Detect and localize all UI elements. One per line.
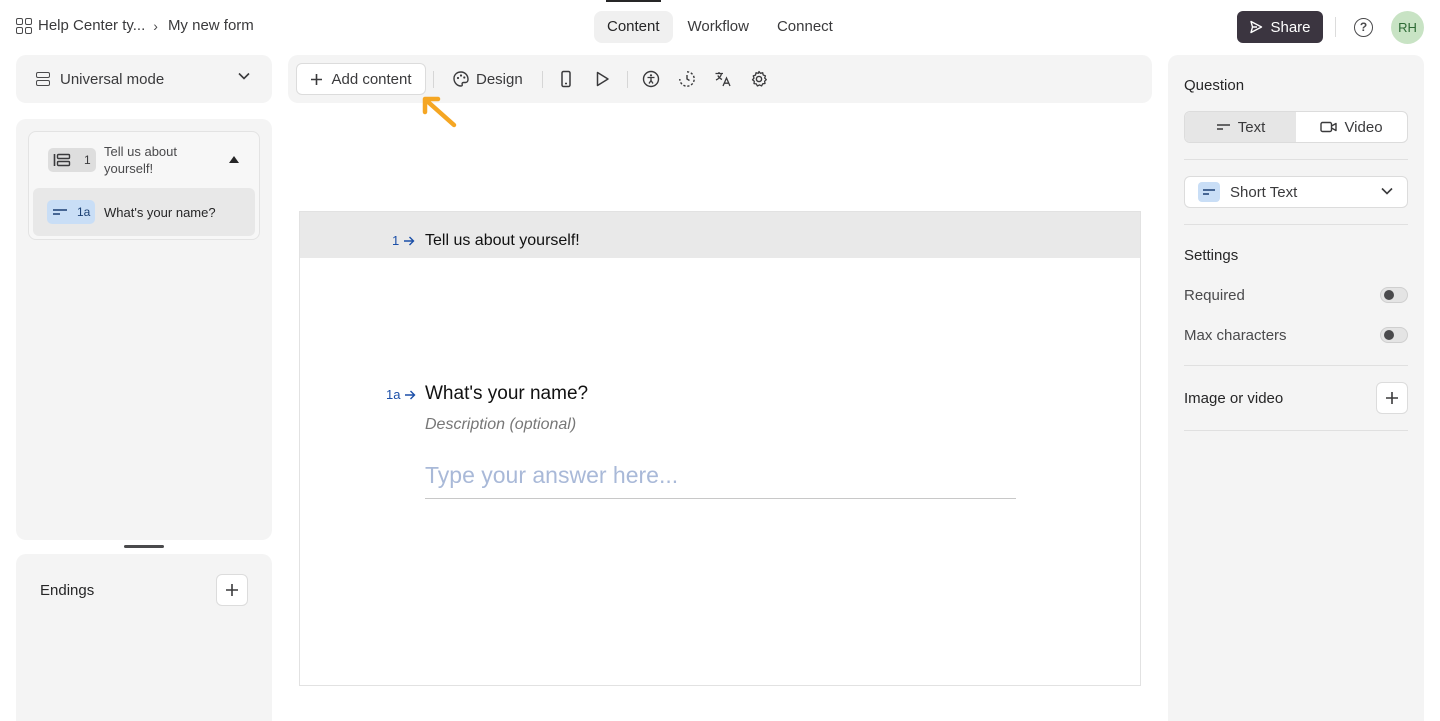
breadcrumb: Help Center ty... › My new form (16, 17, 254, 34)
breadcrumb-workspace[interactable]: Help Center ty... (38, 17, 145, 34)
answer-type-select[interactable]: Short Text (1184, 176, 1408, 208)
resize-handle[interactable] (124, 545, 164, 548)
pointer-arrow-icon (422, 96, 457, 128)
divider (1335, 17, 1336, 37)
chevron-down-icon (238, 72, 250, 80)
endings-panel: Endings (16, 554, 272, 721)
group-number: 1 (84, 153, 91, 167)
divider (1184, 224, 1408, 225)
chevron-right-icon: › (153, 17, 158, 34)
help-icon[interactable]: ? (1354, 18, 1373, 37)
question-number: 1a (77, 205, 91, 219)
mode-label: Universal mode (60, 70, 165, 88)
avatar[interactable]: RH (1391, 11, 1424, 44)
group-badge: 1 (48, 148, 96, 172)
editor-toolbar: Add content Design (288, 55, 1152, 103)
required-toggle[interactable] (1380, 287, 1408, 303)
share-label: Share (1270, 18, 1311, 36)
divider (627, 71, 628, 88)
group-title: Tell us about yourself! (104, 144, 177, 176)
collapse-caret-icon[interactable] (229, 156, 239, 163)
video-option[interactable]: Video (1296, 112, 1407, 142)
settings-icon[interactable] (750, 70, 768, 88)
add-content-button[interactable]: Add content (296, 63, 426, 95)
short-text-icon (53, 209, 67, 215)
plus-icon (1386, 392, 1398, 404)
question-item[interactable]: 1a What's your name? (33, 188, 255, 236)
video-camera-icon (1320, 121, 1338, 133)
text-option-label: Text (1237, 118, 1266, 136)
group-icon (53, 153, 71, 167)
divider (1184, 430, 1408, 431)
short-text-icon (1216, 124, 1230, 130)
palette-icon (453, 71, 469, 87)
group-heading-bar[interactable]: 1 Tell us about yourself! (300, 212, 1140, 258)
send-icon (1250, 20, 1263, 34)
question-description[interactable]: Description (optional) (425, 416, 576, 434)
add-ending-button[interactable] (216, 574, 248, 606)
divider (542, 71, 543, 88)
arrow-right-icon (405, 390, 416, 399)
question-type-toggle: Text Video (1184, 111, 1408, 143)
layers-icon (36, 72, 50, 86)
group-number: 1 (392, 233, 400, 248)
tab-content[interactable]: Content (594, 0, 673, 43)
loading-icon[interactable] (678, 70, 696, 88)
share-button[interactable]: Share (1237, 11, 1323, 43)
divider (433, 71, 434, 88)
question-number-label: 1a (386, 387, 416, 402)
video-option-label: Video (1344, 118, 1383, 136)
answer-input[interactable]: Type your answer here... (425, 462, 1016, 499)
play-icon[interactable] (593, 70, 611, 88)
question-item-label: What's your name? (104, 205, 216, 220)
mobile-preview-icon[interactable] (557, 70, 575, 88)
answer-type-label: Short Text (1230, 183, 1298, 201)
question-title[interactable]: What's your name? (425, 383, 588, 405)
arrow-right-icon (404, 236, 415, 245)
group-header[interactable]: 1 Tell us about yourself! (29, 132, 259, 188)
workspace-grid-icon[interactable] (16, 17, 32, 34)
main-tabs: Content Workflow Connect (594, 0, 848, 43)
breadcrumb-form[interactable]: My new form (168, 17, 254, 34)
tab-workflow[interactable]: Workflow (675, 11, 762, 43)
design-label: Design (476, 70, 523, 88)
add-content-label: Add content (331, 70, 412, 88)
translate-icon[interactable] (714, 70, 732, 88)
mode-selector[interactable]: Universal mode (16, 55, 272, 103)
group-heading[interactable]: Tell us about yourself! (425, 232, 580, 250)
short-text-icon (1198, 182, 1220, 202)
endings-label: Endings (40, 582, 95, 599)
plus-icon (226, 584, 238, 596)
required-label: Required (1184, 287, 1245, 304)
question-settings-panel: Question Text Video Short Text Settings … (1168, 55, 1424, 721)
accessibility-icon[interactable] (642, 70, 660, 88)
max-characters-toggle[interactable] (1380, 327, 1408, 343)
question-group: 1 Tell us about yourself! 1a What's your… (28, 131, 260, 240)
design-button[interactable]: Design (452, 70, 523, 88)
question-badge: 1a (47, 200, 95, 224)
settings-heading: Settings (1184, 247, 1239, 264)
tab-connect[interactable]: Connect (764, 11, 846, 43)
divider (1184, 159, 1408, 160)
question-number: 1a (386, 387, 401, 402)
max-characters-label: Max characters (1184, 327, 1287, 344)
top-bar: Help Center ty... › My new form Content … (0, 0, 1440, 55)
text-option[interactable]: Text (1185, 112, 1296, 142)
question-outline: 1 Tell us about yourself! 1a What's your… (16, 119, 272, 540)
plus-icon (311, 73, 323, 85)
divider (1184, 365, 1408, 366)
group-number-label: 1 (392, 233, 415, 248)
chevron-down-icon (1381, 187, 1393, 195)
question-heading: Question (1184, 77, 1245, 94)
form-preview-canvas: 1 Tell us about yourself! 1a What's your… (299, 211, 1141, 686)
image-video-label: Image or video (1184, 390, 1284, 407)
add-media-button[interactable] (1376, 382, 1408, 414)
